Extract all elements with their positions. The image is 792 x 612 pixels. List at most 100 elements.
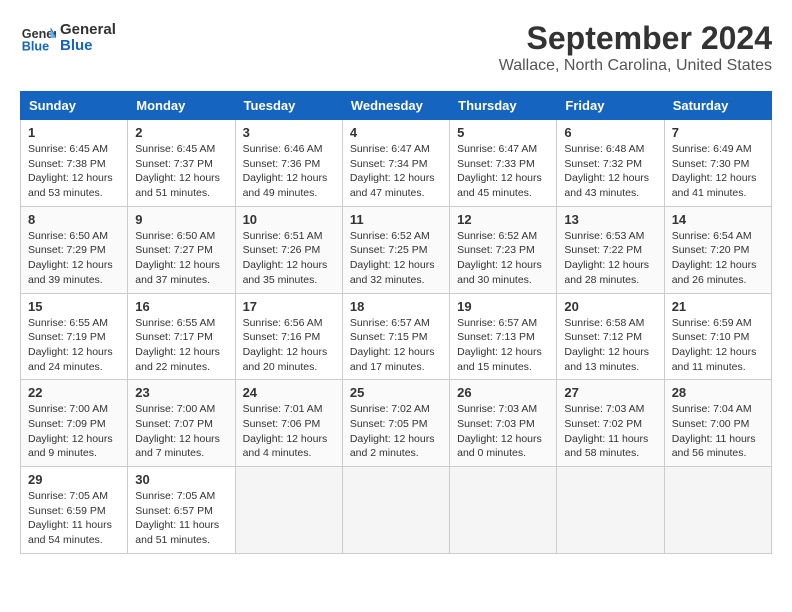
day-number: 11 (350, 212, 442, 227)
day-info: Sunrise: 6:53 AMSunset: 7:22 PMDaylight:… (564, 230, 649, 286)
day-number: 22 (28, 385, 120, 400)
day-number: 23 (135, 385, 227, 400)
svg-text:Blue: Blue (22, 40, 49, 54)
day-number: 15 (28, 299, 120, 314)
day-info: Sunrise: 6:48 AMSunset: 7:32 PMDaylight:… (564, 143, 649, 199)
header-wednesday: Wednesday (342, 92, 449, 120)
day-number: 3 (243, 125, 335, 140)
day-info: Sunrise: 6:55 AMSunset: 7:17 PMDaylight:… (135, 317, 220, 373)
table-row: 28 Sunrise: 7:04 AMSunset: 7:00 PMDaylig… (664, 380, 771, 467)
day-info: Sunrise: 6:47 AMSunset: 7:33 PMDaylight:… (457, 143, 542, 199)
day-number: 10 (243, 212, 335, 227)
day-number: 27 (564, 385, 656, 400)
day-number: 5 (457, 125, 549, 140)
table-row (342, 467, 449, 554)
table-row: 14 Sunrise: 6:54 AMSunset: 7:20 PMDaylig… (664, 206, 771, 293)
day-info: Sunrise: 7:05 AMSunset: 6:59 PMDaylight:… (28, 490, 112, 546)
table-row: 7 Sunrise: 6:49 AMSunset: 7:30 PMDayligh… (664, 120, 771, 207)
day-number: 16 (135, 299, 227, 314)
day-info: Sunrise: 6:46 AMSunset: 7:36 PMDaylight:… (243, 143, 328, 199)
day-info: Sunrise: 6:55 AMSunset: 7:19 PMDaylight:… (28, 317, 113, 373)
table-row: 24 Sunrise: 7:01 AMSunset: 7:06 PMDaylig… (235, 380, 342, 467)
day-number: 19 (457, 299, 549, 314)
day-number: 30 (135, 472, 227, 487)
day-info: Sunrise: 6:52 AMSunset: 7:25 PMDaylight:… (350, 230, 435, 286)
day-info: Sunrise: 6:45 AMSunset: 7:38 PMDaylight:… (28, 143, 113, 199)
day-number: 8 (28, 212, 120, 227)
table-row: 8 Sunrise: 6:50 AMSunset: 7:29 PMDayligh… (21, 206, 128, 293)
day-number: 9 (135, 212, 227, 227)
day-info: Sunrise: 6:58 AMSunset: 7:12 PMDaylight:… (564, 317, 649, 373)
location-title: Wallace, North Carolina, United States (499, 57, 772, 75)
table-row (664, 467, 771, 554)
day-info: Sunrise: 6:51 AMSunset: 7:26 PMDaylight:… (243, 230, 328, 286)
table-row: 9 Sunrise: 6:50 AMSunset: 7:27 PMDayligh… (128, 206, 235, 293)
table-row: 20 Sunrise: 6:58 AMSunset: 7:12 PMDaylig… (557, 293, 664, 380)
table-row: 17 Sunrise: 6:56 AMSunset: 7:16 PMDaylig… (235, 293, 342, 380)
day-number: 7 (672, 125, 764, 140)
header: General Blue General Blue September 2024… (20, 20, 772, 75)
table-row: 26 Sunrise: 7:03 AMSunset: 7:03 PMDaylig… (450, 380, 557, 467)
header-monday: Monday (128, 92, 235, 120)
table-row: 25 Sunrise: 7:02 AMSunset: 7:05 PMDaylig… (342, 380, 449, 467)
table-row: 23 Sunrise: 7:00 AMSunset: 7:07 PMDaylig… (128, 380, 235, 467)
table-row: 30 Sunrise: 7:05 AMSunset: 6:57 PMDaylig… (128, 467, 235, 554)
calendar-body: 1 Sunrise: 6:45 AMSunset: 7:38 PMDayligh… (21, 120, 772, 554)
day-number: 18 (350, 299, 442, 314)
table-row: 16 Sunrise: 6:55 AMSunset: 7:17 PMDaylig… (128, 293, 235, 380)
day-number: 17 (243, 299, 335, 314)
day-info: Sunrise: 6:47 AMSunset: 7:34 PMDaylight:… (350, 143, 435, 199)
day-info: Sunrise: 6:57 AMSunset: 7:13 PMDaylight:… (457, 317, 542, 373)
table-row: 15 Sunrise: 6:55 AMSunset: 7:19 PMDaylig… (21, 293, 128, 380)
day-info: Sunrise: 6:56 AMSunset: 7:16 PMDaylight:… (243, 317, 328, 373)
day-info: Sunrise: 6:50 AMSunset: 7:27 PMDaylight:… (135, 230, 220, 286)
day-number: 1 (28, 125, 120, 140)
calendar-table: Sunday Monday Tuesday Wednesday Thursday… (20, 91, 772, 554)
day-info: Sunrise: 6:54 AMSunset: 7:20 PMDaylight:… (672, 230, 757, 286)
day-info: Sunrise: 7:03 AMSunset: 7:02 PMDaylight:… (564, 403, 648, 459)
table-row: 10 Sunrise: 6:51 AMSunset: 7:26 PMDaylig… (235, 206, 342, 293)
day-number: 21 (672, 299, 764, 314)
day-info: Sunrise: 7:00 AMSunset: 7:09 PMDaylight:… (28, 403, 113, 459)
table-row: 12 Sunrise: 6:52 AMSunset: 7:23 PMDaylig… (450, 206, 557, 293)
day-info: Sunrise: 7:04 AMSunset: 7:00 PMDaylight:… (672, 403, 756, 459)
table-row: 3 Sunrise: 6:46 AMSunset: 7:36 PMDayligh… (235, 120, 342, 207)
calendar-week-row: 15 Sunrise: 6:55 AMSunset: 7:19 PMDaylig… (21, 293, 772, 380)
table-row: 13 Sunrise: 6:53 AMSunset: 7:22 PMDaylig… (557, 206, 664, 293)
day-number: 4 (350, 125, 442, 140)
day-info: Sunrise: 6:45 AMSunset: 7:37 PMDaylight:… (135, 143, 220, 199)
table-row (235, 467, 342, 554)
day-info: Sunrise: 7:00 AMSunset: 7:07 PMDaylight:… (135, 403, 220, 459)
header-saturday: Saturday (664, 92, 771, 120)
day-number: 13 (564, 212, 656, 227)
table-row: 2 Sunrise: 6:45 AMSunset: 7:37 PMDayligh… (128, 120, 235, 207)
day-info: Sunrise: 6:57 AMSunset: 7:15 PMDaylight:… (350, 317, 435, 373)
day-number: 28 (672, 385, 764, 400)
table-row (557, 467, 664, 554)
month-title: September 2024 (499, 20, 772, 57)
header-friday: Friday (557, 92, 664, 120)
header-sunday: Sunday (21, 92, 128, 120)
calendar-week-row: 22 Sunrise: 7:00 AMSunset: 7:09 PMDaylig… (21, 380, 772, 467)
weekday-header-row: Sunday Monday Tuesday Wednesday Thursday… (21, 92, 772, 120)
table-row: 27 Sunrise: 7:03 AMSunset: 7:02 PMDaylig… (557, 380, 664, 467)
table-row: 21 Sunrise: 6:59 AMSunset: 7:10 PMDaylig… (664, 293, 771, 380)
day-info: Sunrise: 6:52 AMSunset: 7:23 PMDaylight:… (457, 230, 542, 286)
day-number: 20 (564, 299, 656, 314)
table-row: 29 Sunrise: 7:05 AMSunset: 6:59 PMDaylig… (21, 467, 128, 554)
day-number: 29 (28, 472, 120, 487)
table-row: 19 Sunrise: 6:57 AMSunset: 7:13 PMDaylig… (450, 293, 557, 380)
table-row: 22 Sunrise: 7:00 AMSunset: 7:09 PMDaylig… (21, 380, 128, 467)
day-info: Sunrise: 6:50 AMSunset: 7:29 PMDaylight:… (28, 230, 113, 286)
table-row (450, 467, 557, 554)
day-info: Sunrise: 7:01 AMSunset: 7:06 PMDaylight:… (243, 403, 328, 459)
logo: General Blue General Blue (20, 20, 116, 56)
day-info: Sunrise: 6:59 AMSunset: 7:10 PMDaylight:… (672, 317, 757, 373)
table-row: 1 Sunrise: 6:45 AMSunset: 7:38 PMDayligh… (21, 120, 128, 207)
day-number: 25 (350, 385, 442, 400)
day-number: 26 (457, 385, 549, 400)
title-area: September 2024 Wallace, North Carolina, … (499, 20, 772, 75)
header-tuesday: Tuesday (235, 92, 342, 120)
day-number: 24 (243, 385, 335, 400)
table-row: 4 Sunrise: 6:47 AMSunset: 7:34 PMDayligh… (342, 120, 449, 207)
